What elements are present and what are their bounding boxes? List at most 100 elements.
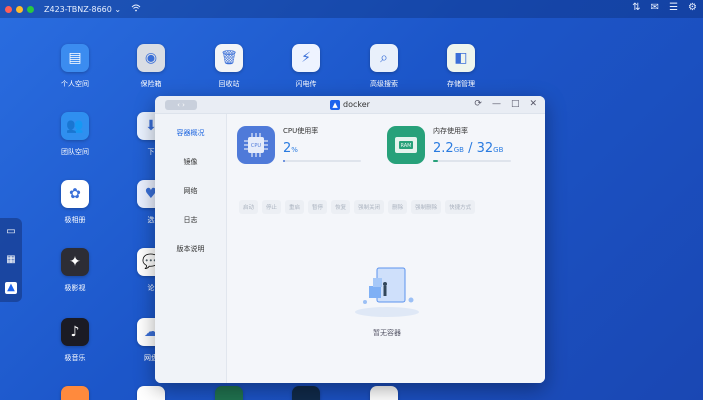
desktop-app[interactable]: ✿ 极相册 [45, 180, 105, 225]
empty-box-illustration-icon [347, 262, 427, 322]
notification-icon[interactable]: ☰ [669, 2, 678, 13]
sidebar-item-network[interactable]: 网络 [155, 177, 226, 206]
toolbar-button[interactable]: 快捷方式 [445, 200, 476, 214]
forward-icon[interactable]: › [182, 101, 185, 109]
toolbar-button[interactable]: 强制关闭 [354, 200, 385, 214]
storage-icon: ◧ [447, 44, 475, 72]
desktop-app-partial[interactable] [199, 386, 259, 400]
desktop-app-label: 回收站 [218, 80, 240, 88]
refresh-icon[interactable]: ⟳ [474, 99, 482, 109]
toolbar-button[interactable]: 强制删除 [411, 200, 442, 214]
ram-chip-text: RAM [400, 143, 411, 149]
desktop-app[interactable]: ✦ 极影视 [45, 248, 105, 293]
search-icon: ⌕ [370, 44, 398, 72]
cpu-value: 2% [283, 141, 298, 156]
back-icon[interactable]: ‹ [177, 101, 180, 109]
cpu-chip-text: CPU [251, 143, 262, 149]
top-bar: Z423-TBNZ-8660 ⌄ ⇅ ✉ ☰ ⚙ [0, 0, 703, 18]
apps-grid-icon[interactable]: ▦ [5, 254, 17, 266]
safe-icon: ◉ [137, 44, 165, 72]
chevron-down-icon: ⌄ [114, 4, 122, 14]
window-sidebar: 容器概况 镜像 网络 日志 版本说明 [155, 114, 227, 383]
app-icon [137, 386, 165, 400]
close-icon[interactable]: ✕ [529, 99, 537, 109]
desktop-app-partial[interactable] [121, 386, 181, 400]
photos-icon: ✿ [61, 180, 89, 208]
empty-state: 暂无容器 [347, 262, 427, 338]
window-title: docker [343, 100, 370, 109]
maximize-icon[interactable]: □ [511, 99, 520, 109]
device-selector[interactable]: Z423-TBNZ-8660 ⌄ [44, 5, 121, 14]
minimize-icon[interactable]: — [492, 99, 501, 109]
app-icon [370, 386, 398, 400]
memory-value: 2.2GB / 32GB [433, 141, 504, 156]
zoom-dot[interactable] [27, 5, 34, 13]
memory-chip-icon: RAM [387, 126, 425, 164]
desktop-app[interactable]: ♪ 极音乐 [45, 318, 105, 363]
desktop-app-label: 极相册 [64, 216, 86, 224]
memory-stat: RAM 内存使用率 2.2GB / 32GB [387, 126, 511, 164]
sidebar-item-images[interactable]: 镜像 [155, 148, 226, 177]
app-icon [61, 386, 89, 400]
app-icon [215, 386, 243, 400]
message-icon[interactable]: ✉ [651, 2, 659, 13]
cpu-chip-icon: CPU [237, 126, 275, 164]
desktop-app[interactable]: ◉ 保险箱 [121, 44, 181, 89]
wifi-icon [131, 4, 141, 15]
docker-window: ‹ › ▲ docker ⟳ — □ ✕ 容器概况 镜像 网络 日志 版本说明 [155, 96, 545, 383]
empty-state-text: 暂无容器 [373, 329, 401, 337]
drive-icon[interactable]: ▭ [5, 226, 17, 238]
desktop-app-label: 个人空间 [61, 80, 89, 88]
desktop-app[interactable]: 👥 团队空间 [45, 112, 105, 157]
settings-gear-icon[interactable]: ⚙ [688, 2, 697, 13]
window-traffic-lights[interactable] [5, 5, 34, 13]
desktop-app-label: 极音乐 [64, 354, 86, 362]
docker-dock-icon[interactable]: ▲ [5, 282, 17, 294]
desktop-app[interactable]: 🗑 回收站 [199, 44, 259, 89]
minimize-dot[interactable] [16, 5, 23, 13]
toolbar-button[interactable]: 暂停 [308, 200, 328, 214]
desktop-app-partial[interactable] [45, 386, 105, 400]
desktop-app-partial[interactable] [354, 386, 414, 400]
main-panel: CPU CPU使用率 2% RAM 内存使用率 2.2GB / 32GB 启动 … [227, 114, 545, 383]
desktop-app[interactable]: ⚡ 闪电传 [276, 44, 336, 89]
sidebar-item-logs[interactable]: 日志 [155, 206, 226, 235]
toolbar-button[interactable]: 重启 [285, 200, 305, 214]
desktop-app-label: 极影视 [64, 284, 86, 292]
transfer-icon[interactable]: ⇅ [632, 2, 640, 13]
app-icon [292, 386, 320, 400]
docker-logo-icon: ▲ [330, 99, 341, 110]
desktop-app-label: 保险箱 [140, 80, 162, 88]
desktop-app-partial[interactable] [276, 386, 336, 400]
sidebar-item-overview[interactable]: 容器概况 [155, 119, 226, 148]
folder-icon: ▤ [61, 44, 89, 72]
desktop-app-label: 闪电传 [295, 80, 317, 88]
team-folder-icon: 👥 [61, 112, 89, 140]
cpu-bar-fill [283, 160, 285, 162]
cpu-label: CPU使用率 [283, 127, 319, 135]
music-icon: ♪ [61, 318, 89, 346]
desktop-app[interactable]: ◧ 存储管理 [431, 44, 491, 89]
desktop-app-label: 团队空间 [61, 148, 89, 156]
toolbar-button[interactable]: 启动 [239, 200, 259, 214]
sidebar-item-release-notes[interactable]: 版本说明 [155, 235, 226, 264]
memory-bar-fill [433, 160, 439, 162]
desktop-app-label: 存储管理 [447, 80, 475, 88]
memory-bar [433, 160, 511, 162]
desktop-app[interactable]: ⌕ 高级搜索 [354, 44, 414, 89]
toolbar-button[interactable]: 停止 [262, 200, 282, 214]
nav-buttons[interactable]: ‹ › [165, 100, 197, 110]
desktop-app-label: 高级搜索 [370, 80, 398, 88]
memory-label: 内存使用率 [433, 127, 468, 135]
left-dock: ▭ ▦ ▲ [0, 218, 22, 302]
close-dot[interactable] [5, 5, 12, 13]
window-title-bar: ‹ › ▲ docker ⟳ — □ ✕ [155, 96, 545, 114]
video-icon: ✦ [61, 248, 89, 276]
flash-transfer-icon: ⚡ [292, 44, 320, 72]
trash-icon: 🗑 [215, 44, 243, 72]
device-name: Z423-TBNZ-8660 [44, 4, 112, 14]
cpu-stat: CPU CPU使用率 2% [237, 126, 361, 164]
toolbar-button[interactable]: 删除 [388, 200, 408, 214]
desktop-app[interactable]: ▤ 个人空间 [45, 44, 105, 89]
toolbar-button[interactable]: 恢复 [331, 200, 351, 214]
